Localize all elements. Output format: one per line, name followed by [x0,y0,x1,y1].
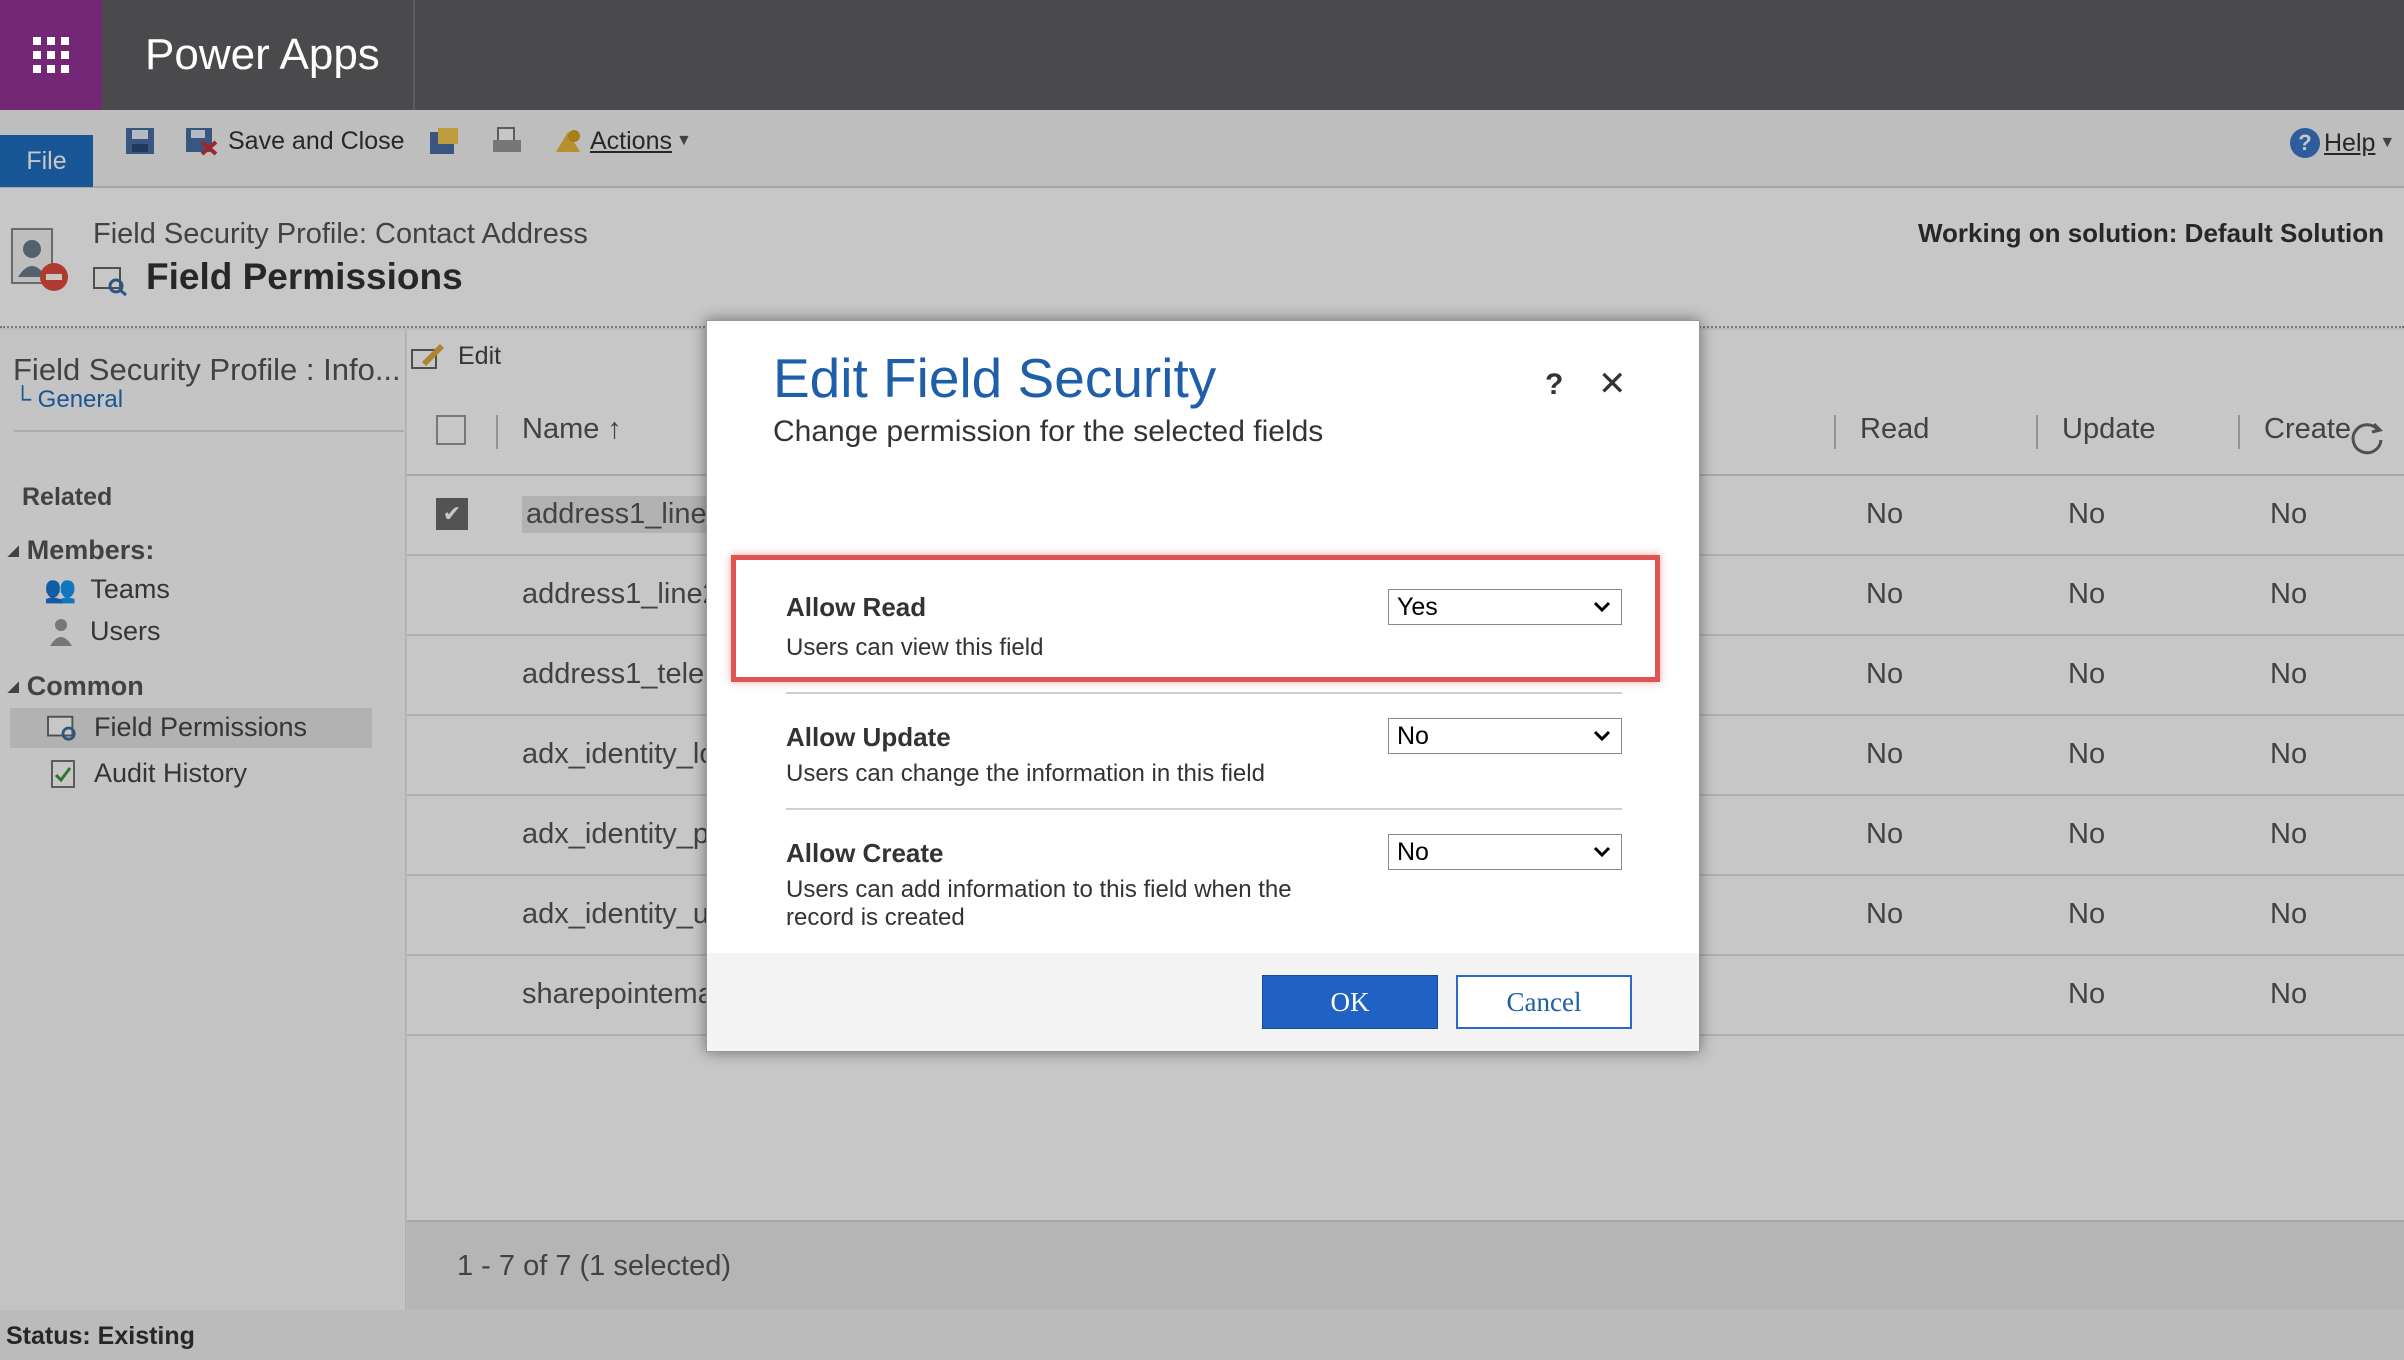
dialog-subtitle: Change permission for the selected field… [773,415,1324,448]
dialog-close-icon[interactable]: ✕ [1598,364,1627,404]
allow-create-description: Users can add information to this field … [786,876,1292,931]
allow-update-value: No [1397,721,1429,750]
permission-divider [786,808,1622,810]
allow-update-title: Allow Update [786,722,951,752]
allow-read-description: Users can view this field [786,634,1044,661]
permission-divider [786,692,1622,694]
ok-button[interactable]: OK [1262,975,1438,1029]
allow-read-title: Allow Read [786,592,927,622]
chevron-down-icon [1593,601,1611,613]
cancel-button[interactable]: Cancel [1456,975,1632,1029]
allow-read-select[interactable]: Yes [1388,589,1622,625]
waffle-icon [33,37,69,73]
top-bar-divider [413,0,415,110]
chevron-down-icon [1593,730,1611,742]
dialog-title: Edit Field Security [773,347,1217,409]
allow-create-value: No [1397,837,1429,866]
allow-update-select[interactable]: No [1388,718,1622,754]
allow-create-title: Allow Create [786,838,944,868]
app-launcher-button[interactable] [0,0,102,110]
allow-create-select[interactable]: No [1388,834,1622,870]
allow-update-description: Users can change the information in this… [786,760,1265,787]
dialog-help-icon[interactable]: ? [1545,368,1563,402]
chevron-down-icon [1593,846,1611,858]
app-title: Power Apps [145,30,380,79]
allow-read-value: Yes [1397,592,1438,621]
